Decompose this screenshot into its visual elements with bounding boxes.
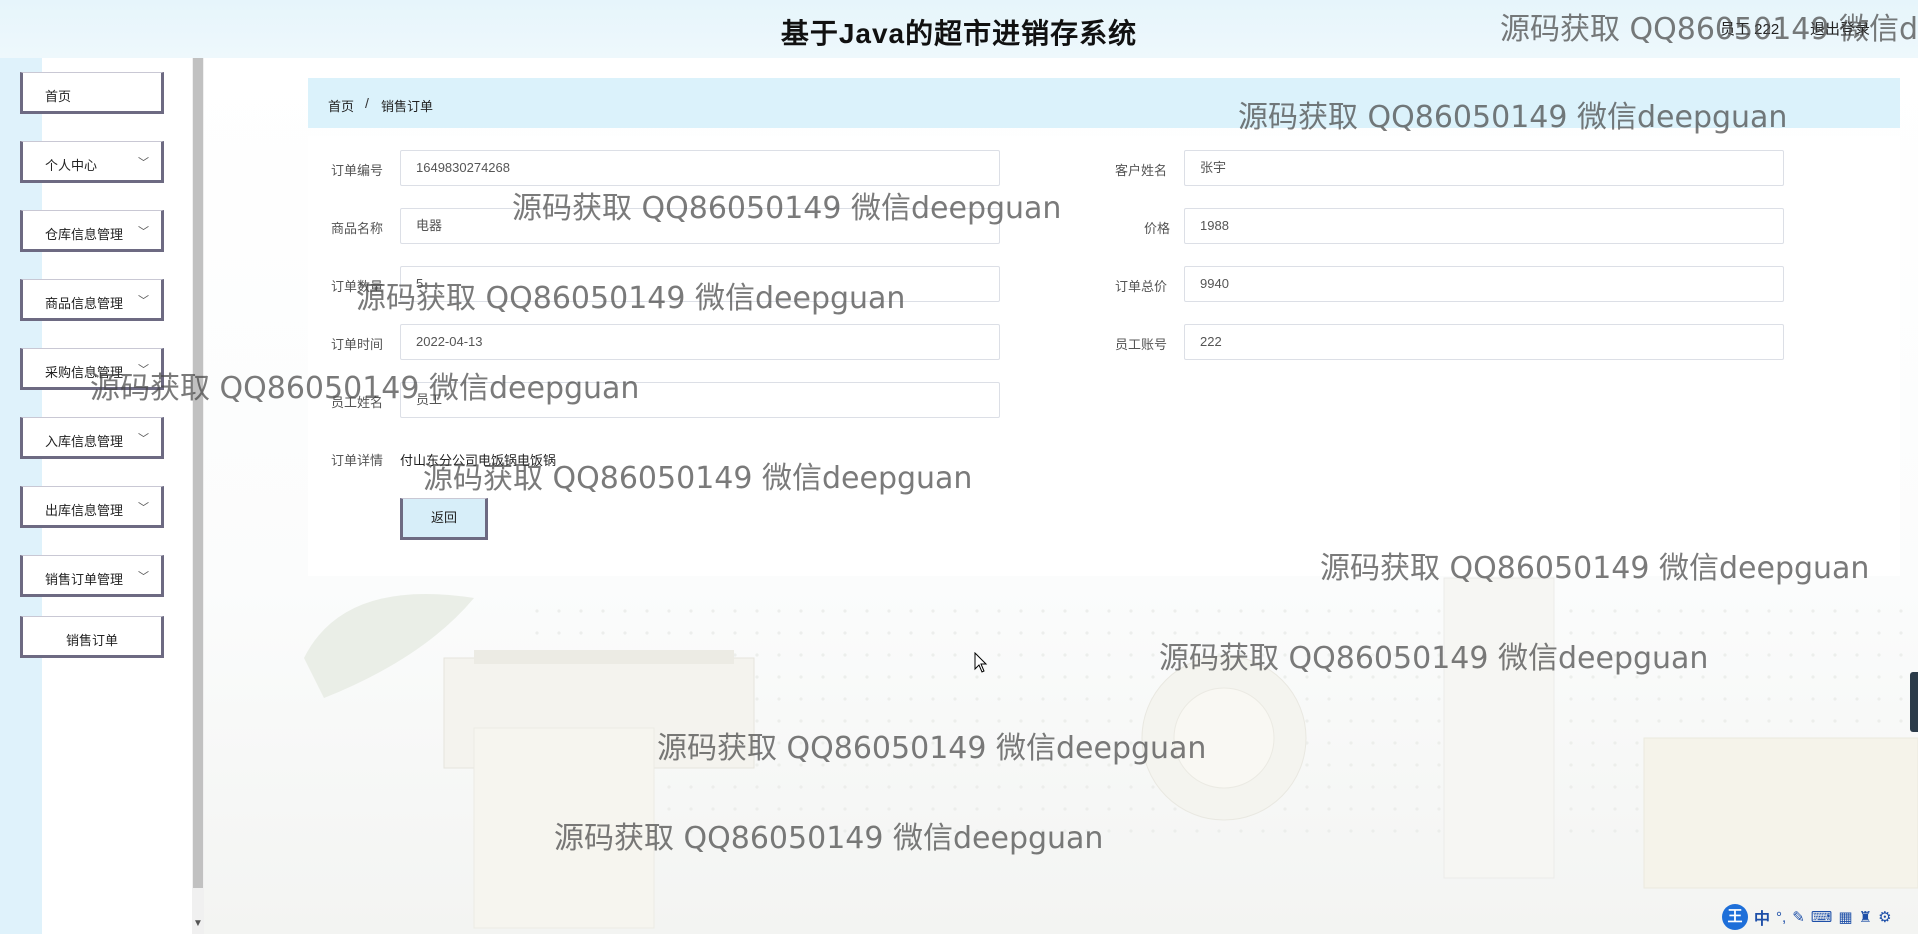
price-label: 价格 <box>1144 221 1171 236</box>
order-no-field[interactable]: 1649830274268 <box>400 150 1000 186</box>
chevron-down-icon: ﹀ <box>138 502 149 514</box>
sidebar-item-warehouse[interactable]: 仓库信息管理 ﹀ <box>20 210 164 252</box>
customer-name-field[interactable]: 张宇 <box>1184 150 1784 186</box>
keyboard-icon[interactable]: ⌨ <box>1811 908 1833 926</box>
watermark: 源码获取 QQ86050149 微信deepguan <box>423 461 973 496</box>
watermark: 源码获取 QQ86050149 微信deepguan <box>1320 551 1870 586</box>
sidebar-item-label: 仓库信息管理 <box>45 227 124 242</box>
grid-icon[interactable]: ▦ <box>1838 908 1852 926</box>
sidebar-item-sales-order-mgmt[interactable]: 销售订单管理 ﹀ <box>20 555 164 597</box>
sidebar-item-outbound[interactable]: 出库信息管理 ﹀ <box>20 486 164 528</box>
ime-logo-icon[interactable]: 王 <box>1722 904 1748 930</box>
gear-icon[interactable]: ⚙ <box>1878 908 1891 926</box>
sidebar-item-label: 出库信息管理 <box>45 503 124 518</box>
chevron-down-icon: ﹀ <box>138 157 149 169</box>
sidebar-item-label: 商品信息管理 <box>45 296 124 311</box>
sidebar-item-home[interactable]: 首页 <box>20 72 164 114</box>
watermark: 源码获取 QQ86050149 微信deepguan <box>657 731 1207 766</box>
order-detail-label: 订单详情 <box>331 453 384 468</box>
chevron-down-icon: ﹀ <box>138 433 149 445</box>
ime-mode-toggle[interactable]: 中 <box>1754 905 1770 929</box>
sidebar-item-label: 入库信息管理 <box>45 434 124 449</box>
chevron-down-icon: ﹀ <box>138 226 149 238</box>
mouse-cursor-icon <box>974 652 988 673</box>
sidebar-item-label: 首页 <box>45 89 72 104</box>
sidebar-item-label: 销售订单 <box>65 633 118 648</box>
watermark: 源码获取 QQ86050149 微信deepguan <box>1159 641 1709 676</box>
scroll-down-arrow-icon[interactable]: ▼ <box>193 918 203 929</box>
watermark: 源码获取 QQ86050149 微信deepguan <box>356 281 906 316</box>
punctuation-icon[interactable]: °, <box>1776 909 1786 926</box>
sidebar-subitem-sales-order[interactable]: 销售订单 <box>20 616 164 658</box>
sidebar-item-personal-center[interactable]: 个人中心 ﹀ <box>20 141 164 183</box>
order-total-label: 订单总价 <box>1115 279 1168 294</box>
chevron-down-icon: ﹀ <box>138 571 149 583</box>
watermark: 源码获取 QQ86050149 微信deepguan <box>1238 100 1788 135</box>
watermark: 源码获取 QQ86050149 微信deepguan <box>90 371 640 406</box>
sidebar-item-product[interactable]: 商品信息管理 ﹀ <box>20 279 164 321</box>
sidebar-item-inbound[interactable]: 入库信息管理 ﹀ <box>20 417 164 459</box>
watermark: 源码获取 QQ86050149 微信deepguan <box>554 821 1104 856</box>
floating-side-widget[interactable] <box>1910 672 1918 732</box>
sidebar-item-label: 销售订单管理 <box>45 572 124 587</box>
ime-toolbar: 王 中 °, ✎ ⌨ ▦ ♜ ⚙ <box>1722 904 1892 930</box>
order-total-field[interactable]: 9940 <box>1184 266 1784 302</box>
breadcrumb-home[interactable]: 首页 <box>328 96 354 115</box>
back-button[interactable]: 返回 <box>400 498 488 540</box>
shirt-icon[interactable]: ♜ <box>1859 908 1872 926</box>
breadcrumb-current: 销售订单 <box>381 99 434 114</box>
pen-icon[interactable]: ✎ <box>1792 908 1805 926</box>
product-name-label: 商品名称 <box>331 221 384 236</box>
order-time-field[interactable]: 2022-04-13 <box>400 324 1000 360</box>
customer-name-label: 客户姓名 <box>1115 163 1168 178</box>
order-time-label: 订单时间 <box>331 337 384 352</box>
staff-account-field[interactable]: 222 <box>1184 324 1784 360</box>
order-no-label: 订单编号 <box>331 163 384 178</box>
sidebar-item-label: 个人中心 <box>45 158 98 173</box>
price-field[interactable]: 1988 <box>1184 208 1784 244</box>
breadcrumb-separator: / <box>365 95 369 111</box>
watermark: 源码获取 QQ86050149 微信deepguan <box>512 191 1062 226</box>
chevron-down-icon: ﹀ <box>138 295 149 307</box>
sidebar-scrollbar-thumb[interactable] <box>193 58 203 888</box>
staff-account-label: 员工账号 <box>1115 337 1168 352</box>
watermark: 源码获取 QQ86050149 微信deepguan <box>1500 12 1918 47</box>
